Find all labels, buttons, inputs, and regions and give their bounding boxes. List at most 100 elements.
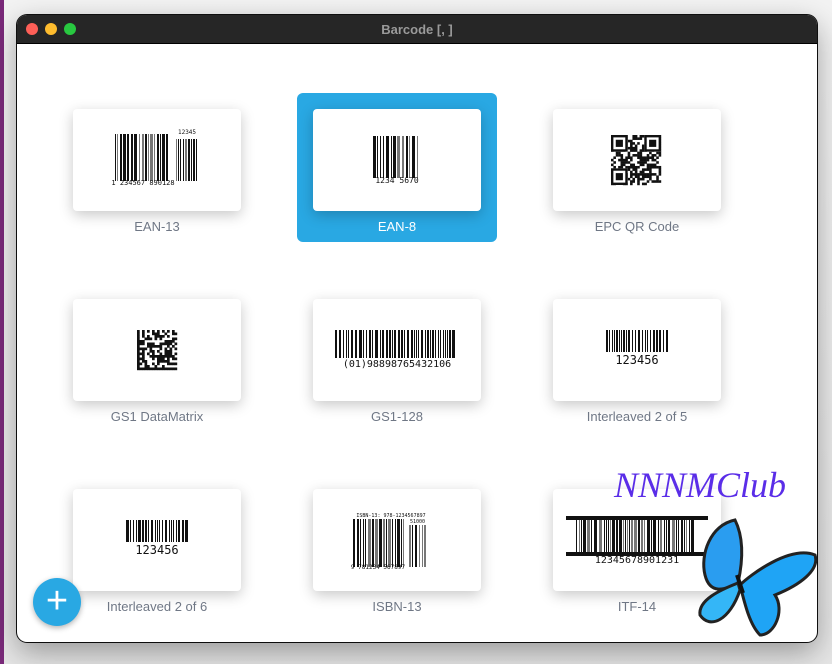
barcode-item-gs1-128[interactable]: (01)98898765432106 GS1-128 [297, 283, 497, 432]
barcode-image [335, 330, 455, 358]
barcode-bar [382, 330, 384, 358]
barcode-text: 123456 [135, 543, 179, 557]
barcode-preview-card[interactable]: 1 234567 890128 12345 [73, 109, 241, 211]
barcode-bar [335, 330, 337, 358]
barcode-label: ISBN-13 [372, 599, 422, 614]
barcode-preview-card[interactable] [553, 109, 721, 211]
barcode-bar [339, 330, 341, 358]
barcode-bar [388, 519, 391, 567]
barcode-bar [176, 139, 177, 181]
barcode-bar [606, 520, 607, 552]
barcode-image [611, 135, 662, 186]
barcode-bar [445, 330, 446, 358]
barcode-bar [379, 519, 382, 567]
barcode-preview-card[interactable]: 123456 [73, 489, 241, 591]
barcode-bar [432, 330, 434, 358]
barcode-bar [136, 520, 137, 542]
barcode-bar [452, 330, 455, 358]
barcode-bar [684, 520, 685, 552]
barcode-bar [157, 134, 159, 181]
barcode-bar [628, 330, 630, 352]
barcode-bar [583, 520, 586, 552]
barcode-bar [610, 520, 611, 552]
barcode-bar [412, 136, 415, 178]
barcode-bar [609, 330, 610, 352]
barcode-bar [599, 520, 602, 552]
barcode-bar [363, 330, 364, 358]
barcode-preview-card[interactable]: (01)98898765432106 [313, 299, 481, 401]
barcode-bar [372, 519, 374, 567]
barcode-bar [409, 136, 410, 178]
barcode-preview-card[interactable]: ISBN-13: 978-1234567897 51000 9 781234 567… [313, 489, 481, 591]
barcode-item-ean-8[interactable]: 1234 5670 EAN-8 [297, 93, 497, 242]
barcode-bar [644, 520, 645, 552]
barcode-bar [416, 330, 417, 358]
barcode-bar [165, 520, 167, 542]
barcode-bar [623, 330, 625, 352]
barcode-bar [619, 330, 620, 352]
barcode-preview-card[interactable]: 123456 [553, 299, 721, 401]
barcode-bar [653, 330, 655, 352]
barcode-bar [402, 136, 404, 178]
barcode-bar [614, 330, 615, 352]
barcode-image [353, 519, 426, 567]
barcode-bar [178, 139, 179, 181]
barcode-bar [664, 520, 665, 552]
barcode-bar [634, 520, 637, 552]
barcode-bar [171, 520, 172, 542]
barcode-label: GS1-128 [370, 409, 424, 424]
barcode-bar [169, 520, 170, 542]
barcode-bar [635, 330, 636, 352]
barcode-bar [427, 330, 429, 358]
barcode-bar [678, 520, 679, 552]
barcode-bar [353, 519, 355, 567]
barcode-bar [626, 330, 627, 352]
barcode-bar [162, 520, 163, 542]
barcode-bar [641, 520, 643, 552]
barcode-item-isbn-13[interactable]: ISBN-13: 978-1234567897 51000 9 781234 567… [297, 473, 497, 622]
barcode-bar [417, 136, 418, 178]
barcode-addon: 12345 [177, 129, 197, 136]
barcode-bar [375, 519, 378, 567]
barcode-bar [369, 330, 371, 358]
barcode-bar [447, 330, 448, 358]
barcode-bar [440, 330, 441, 358]
barcode-bar [166, 134, 168, 181]
barcode-item-interleaved-2-of-6[interactable]: 123456 Interleaved 2 of 6 [57, 473, 257, 622]
barcode-bar [173, 520, 174, 542]
barcode-bar [154, 134, 155, 181]
barcode-bar [142, 134, 144, 181]
barcode-item-gs1-datamatrix[interactable]: GS1 DataMatrix [57, 283, 257, 432]
title-bar[interactable]: Barcode [, ] [17, 15, 817, 44]
barcode-item-interleaved-2-of-5[interactable]: 123456 Interleaved 2 of 5 [537, 283, 737, 432]
barcode-preview-card[interactable] [73, 299, 241, 401]
barcode-bar [148, 134, 149, 181]
barcode-bar [403, 519, 404, 567]
barcode-bar [621, 330, 622, 352]
barcode-bar [126, 520, 129, 542]
barcode-bar [157, 520, 158, 542]
barcode-preview-card[interactable]: 1234 5670 [313, 109, 481, 211]
barcode-label: Interleaved 2 of 6 [106, 599, 208, 614]
barcode-bar [389, 330, 391, 358]
barcode-bar [608, 520, 609, 552]
barcode-bar [355, 330, 357, 358]
barcode-bar [435, 330, 436, 358]
barcode-bar [398, 330, 400, 358]
barcode-label: EPC QR Code [594, 219, 680, 234]
barcode-bar [668, 520, 670, 552]
barcode-bar [145, 520, 147, 542]
barcode-bar [178, 520, 180, 542]
barcode-bar [438, 330, 439, 358]
add-barcode-button[interactable]: + [33, 578, 81, 626]
barcode-bar [686, 520, 687, 552]
barcode-item-epc-qr-code[interactable]: EPC QR Code [537, 93, 737, 242]
barcode-text: 12345678901231 [594, 555, 680, 566]
barcode-item-ean-13[interactable]: 1 234567 890128 12345 EAN-13 [57, 93, 257, 242]
barcode-text: (01)98898765432106 [342, 359, 452, 370]
barcode-bar [604, 520, 605, 552]
barcode-bar [443, 330, 444, 358]
barcode-label: EAN-13 [134, 219, 180, 234]
barcode-bar [357, 519, 359, 567]
barcode-bar [159, 520, 160, 542]
